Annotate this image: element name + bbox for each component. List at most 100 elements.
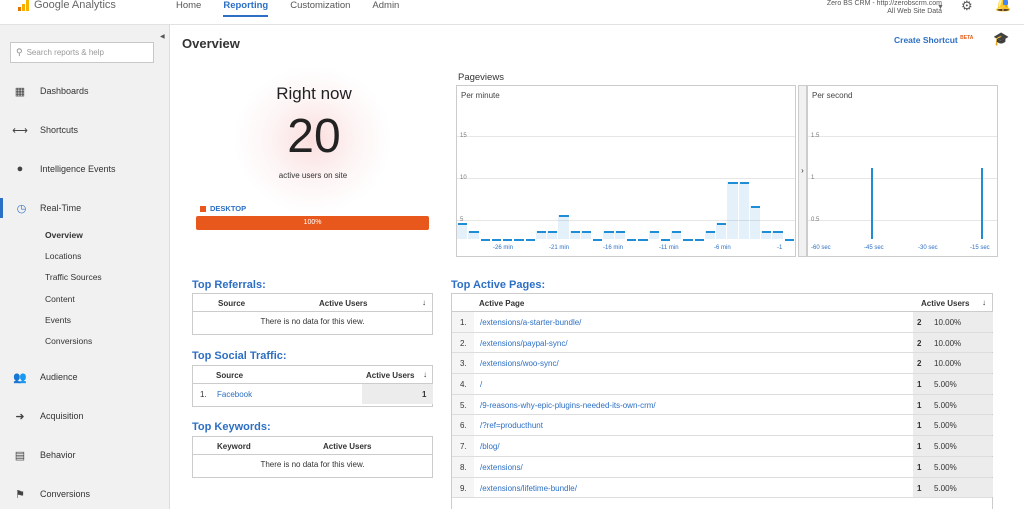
bar-mark[interactable] (458, 222, 468, 225)
bar-mark[interactable] (525, 239, 535, 241)
bar-mark[interactable] (683, 239, 693, 241)
sidebar-sub-conversions[interactable]: Conversions (45, 336, 92, 346)
y-tick: 10 (460, 175, 467, 181)
lightbulb-icon: ● (16, 163, 24, 175)
bar-mark[interactable] (773, 230, 783, 233)
table-row: 6. /?ref=producthunt 1 5.00% (452, 415, 993, 437)
page-link[interactable]: /extensions/woo-sync/ (480, 359, 559, 368)
account-selector[interactable]: Zero BS CRM - http://zerobscrm.com All W… (827, 0, 942, 16)
sidebar-item-behavior[interactable]: ▤ Behavior (0, 445, 169, 465)
col-active-page[interactable]: Active Page (479, 299, 524, 308)
bar-mark[interactable] (739, 181, 749, 184)
bar-mark[interactable] (536, 230, 547, 233)
page-link[interactable]: /?ref=producthunt (480, 421, 543, 430)
sidebar-sub-content[interactable]: Content (45, 294, 75, 304)
sidebar-item-realtime[interactable]: ◷ Real-Time (0, 198, 169, 218)
bar-mark[interactable] (660, 239, 671, 241)
sidebar-sub-events[interactable]: Events (45, 315, 71, 325)
row-percent: 5.00% (934, 380, 957, 390)
bar-mark[interactable] (480, 239, 490, 241)
bar-mark[interactable] (593, 239, 603, 241)
col-active-users[interactable]: Active Users (366, 371, 414, 380)
sidebar-sub-traffic-sources[interactable]: Traffic Sources (45, 272, 102, 282)
device-label: DESKTOP (210, 204, 247, 213)
nav-customization[interactable]: Customization (290, 0, 350, 17)
page-title: Overview (182, 36, 240, 51)
col-source[interactable]: Source (216, 371, 243, 380)
bar-mark[interactable] (871, 167, 873, 239)
app-logo[interactable]: Google Analytics (18, 0, 116, 11)
nav-home[interactable]: Home (176, 0, 201, 17)
bar-mark[interactable] (581, 230, 592, 233)
bar-mark[interactable] (672, 230, 682, 233)
x-tick: -21 min (549, 245, 570, 251)
bar-mark[interactable] (981, 167, 984, 239)
chevron-down-icon[interactable]: ▼ (937, 4, 944, 11)
sort-arrow-icon[interactable]: ↓ (422, 298, 426, 307)
col-active-users[interactable]: Active Users (323, 442, 371, 451)
bar-mark[interactable] (717, 222, 727, 225)
table-row: 2. /extensions/paypal-sync/2 10.00% (452, 332, 993, 354)
sidebar-item-label: Acquisition (40, 411, 84, 421)
row-index: 5. (460, 400, 467, 410)
row-percent: 5.00% (934, 442, 957, 452)
table-header: Keyword Active Users (193, 437, 432, 455)
sidebar-item-intelligence[interactable]: ● Intelligence Events (0, 159, 169, 179)
page-link[interactable]: /extensions/paypal-sync/ (480, 339, 568, 348)
search-placeholder: Search reports & help (26, 48, 104, 57)
sidebar-item-dashboards[interactable]: ▦ Dashboards (0, 81, 169, 101)
row-users: 1 (917, 400, 922, 410)
page-link[interactable]: /extensions/a-starter-bundle/ (480, 318, 581, 327)
page-link[interactable]: /extensions/ (480, 463, 523, 472)
sort-arrow-icon[interactable]: ↓ (423, 370, 427, 379)
col-keyword[interactable]: Keyword (217, 442, 251, 451)
bar-mark[interactable] (784, 239, 794, 241)
table-row: 5. /9-reasons-why-epic-plugins-needed-its… (452, 394, 993, 416)
bar-mark[interactable] (627, 239, 637, 241)
bar-mark[interactable] (638, 239, 648, 241)
create-shortcut-button[interactable]: Create Shortcut BETA (894, 35, 973, 45)
sidebar-sub-overview[interactable]: Overview (45, 230, 83, 240)
row-percent: 5.00% (934, 421, 957, 431)
page-link[interactable]: /9-reasons-why-epic-plugins-needed-its-o… (480, 401, 656, 410)
graduation-cap-icon[interactable]: 🎓 (993, 31, 1009, 47)
col-source[interactable]: Source (218, 299, 245, 308)
sidebar-item-shortcuts[interactable]: ⟷ Shortcuts (0, 120, 169, 140)
bar-mark[interactable] (750, 206, 761, 209)
sort-arrow-icon[interactable]: ↓ (982, 298, 986, 307)
sidebar-item-conversions[interactable]: ⚑ Conversions (0, 484, 169, 504)
people-icon: 👥 (13, 371, 27, 384)
bar-mark[interactable] (649, 230, 659, 233)
nav-reporting[interactable]: Reporting (223, 0, 269, 17)
col-active-users[interactable]: Active Users (921, 299, 969, 308)
bar-mark[interactable] (503, 239, 513, 241)
page-link[interactable]: /blog/ (480, 442, 500, 451)
bar-mark[interactable] (469, 230, 479, 233)
x-tick: -30 sec (918, 245, 938, 251)
bar-mark[interactable] (728, 181, 738, 184)
sidebar-item-acquisition[interactable]: ➜ Acquisition (0, 406, 169, 426)
bar-mark[interactable] (705, 230, 716, 233)
bar-mark[interactable] (559, 214, 569, 217)
search-input[interactable]: ⚲ Search reports & help (10, 42, 154, 63)
bar-mark[interactable] (491, 239, 502, 241)
gear-icon[interactable]: ⚙ (961, 0, 973, 14)
sidebar-sub-locations[interactable]: Locations (45, 251, 81, 261)
col-active-users[interactable]: Active Users (319, 299, 367, 308)
page-link[interactable]: / (480, 380, 482, 389)
y-tick: 1 (811, 175, 815, 181)
bar-mark[interactable] (570, 230, 580, 233)
collapse-sidebar-icon[interactable]: ◀ (160, 33, 165, 40)
bar-mark[interactable] (615, 230, 625, 233)
chart-expand-arrow[interactable]: › (798, 85, 807, 257)
bar-mark[interactable] (548, 230, 558, 233)
sidebar-item-audience[interactable]: 👥 Audience (0, 367, 169, 387)
bar-mark[interactable] (762, 230, 772, 233)
bar-mark[interactable] (694, 239, 704, 241)
page-link[interactable]: /extensions/lifetime-bundle/ (480, 484, 577, 493)
source-link[interactable]: Facebook (217, 390, 252, 399)
nav-admin[interactable]: Admin (372, 0, 399, 17)
bar-mark[interactable] (604, 230, 614, 233)
bar-mark[interactable] (514, 239, 524, 241)
gridline (808, 136, 997, 137)
